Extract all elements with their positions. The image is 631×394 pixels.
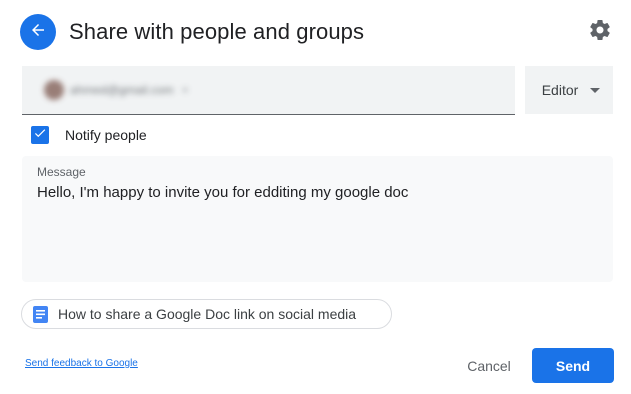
settings-button[interactable]	[587, 19, 613, 45]
send-feedback-link[interactable]: Send feedback to Google	[25, 358, 138, 369]
arrow-left-icon	[29, 21, 47, 44]
notify-checkbox[interactable]	[31, 126, 49, 144]
message-text[interactable]: Hello, I'm happy to invite you for eddit…	[37, 183, 598, 203]
message-label: Message	[37, 165, 86, 179]
recipient-chip-label: ahmed@gmail.com	[70, 83, 174, 97]
caret-down-icon	[590, 87, 601, 93]
share-dialog: Share with people and groups ahmed@gmail…	[0, 0, 631, 394]
dialog-header: Share with people and groups	[20, 13, 613, 51]
cancel-button[interactable]: Cancel	[454, 349, 524, 383]
message-field[interactable]: Message Hello, I'm happy to invite you f…	[22, 156, 613, 282]
notify-row: Notify people	[31, 125, 147, 145]
help-link-chip[interactable]: How to share a Google Doc link on social…	[21, 299, 392, 329]
close-icon[interactable]: ×	[182, 83, 189, 97]
document-icon	[32, 305, 48, 323]
gear-icon	[588, 18, 612, 47]
send-button[interactable]: Send	[532, 348, 614, 383]
check-icon	[33, 126, 47, 145]
role-dropdown[interactable]: Editor	[525, 66, 613, 114]
avatar	[44, 80, 64, 100]
notify-label[interactable]: Notify people	[65, 127, 147, 143]
recipients-input[interactable]: ahmed@gmail.com ×	[22, 66, 515, 115]
back-button[interactable]	[20, 14, 56, 50]
recipient-row: ahmed@gmail.com × Editor	[22, 66, 613, 116]
help-link-label: How to share a Google Doc link on social…	[58, 306, 357, 322]
dialog-title: Share with people and groups	[69, 19, 365, 44]
role-dropdown-label: Editor	[541, 82, 579, 98]
recipient-chip[interactable]: ahmed@gmail.com ×	[44, 78, 189, 102]
